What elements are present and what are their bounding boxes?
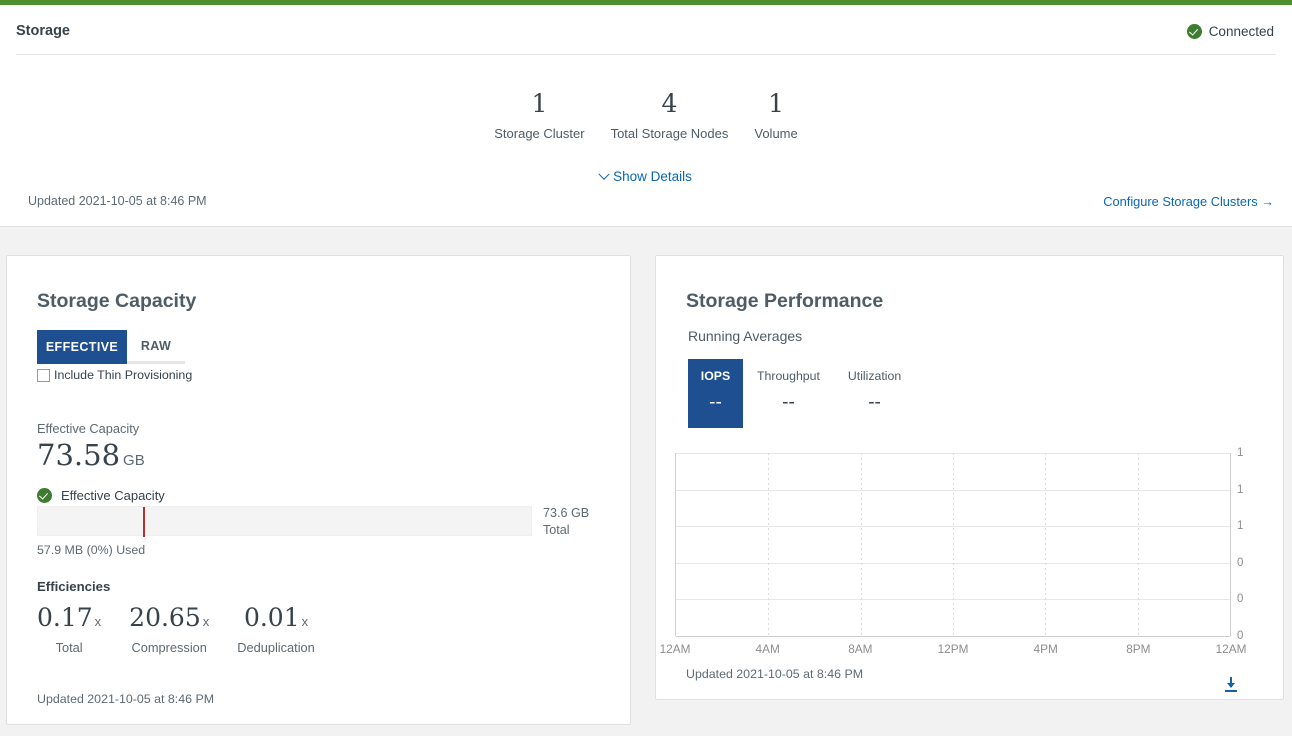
capacity-usage-bar bbox=[37, 506, 532, 536]
tab-value: -- bbox=[688, 392, 743, 414]
efficiency-unit: x bbox=[203, 614, 210, 629]
metric-label: Total Storage Nodes bbox=[611, 126, 729, 141]
capacity-threshold-marker bbox=[143, 507, 145, 537]
chart-x-tick: 4PM bbox=[1034, 642, 1058, 656]
download-icon[interactable] bbox=[1223, 676, 1239, 698]
effective-capacity-number: 73.58 bbox=[37, 438, 120, 472]
metric-value: 1 bbox=[494, 90, 584, 118]
chart-x-tick: 8PM bbox=[1126, 642, 1150, 656]
chart-x-tick: 12PM bbox=[938, 642, 969, 656]
chart-gridline-h bbox=[676, 636, 1230, 637]
connection-status-label: Connected bbox=[1209, 24, 1274, 39]
storage-performance-title: Storage Performance bbox=[686, 290, 883, 313]
capacity-bar-header: Effective Capacity bbox=[37, 488, 165, 503]
check-circle-icon bbox=[37, 488, 52, 503]
chart-gridline-v bbox=[1138, 453, 1139, 636]
chart-y-tick: 0 bbox=[1237, 630, 1243, 642]
capacity-updated-timestamp: Updated 2021-10-05 at 8:46 PM bbox=[37, 692, 214, 706]
storage-summary-card: Storage Connected 1 Storage Cluster 4 To… bbox=[0, 5, 1292, 227]
performance-updated-timestamp: Updated 2021-10-05 at 8:46 PM bbox=[686, 667, 863, 681]
capacity-total-label: Total bbox=[543, 522, 589, 539]
summary-divider bbox=[16, 54, 1276, 55]
chart-x-tick: 4AM bbox=[756, 642, 780, 656]
performance-tabs: IOPS -- Throughput -- Utilization -- bbox=[688, 359, 915, 428]
tab-value: -- bbox=[848, 392, 901, 414]
check-circle-icon bbox=[1187, 24, 1202, 39]
storage-capacity-title: Storage Capacity bbox=[37, 290, 196, 313]
chart-plot-area bbox=[675, 453, 1231, 636]
tab-label: Utilization bbox=[848, 369, 901, 383]
efficiency-number: 0.17 bbox=[37, 603, 93, 632]
metric-volume: 1 Volume bbox=[741, 90, 810, 141]
page-title: Storage bbox=[16, 23, 70, 39]
tab-effective[interactable]: EFFECTIVE bbox=[37, 330, 127, 364]
efficiency-total: 0.17x Total bbox=[37, 604, 115, 655]
chart-x-tick: 8AM bbox=[848, 642, 872, 656]
efficiency-value: 0.01x bbox=[237, 604, 315, 636]
show-details-label: Show Details bbox=[613, 169, 692, 184]
efficiency-value: 20.65x bbox=[129, 604, 209, 636]
efficiency-unit: x bbox=[302, 614, 309, 629]
chart-y-tick: 1 bbox=[1237, 447, 1243, 459]
performance-chart: 111000 bbox=[675, 453, 1231, 636]
capacity-tabs: EFFECTIVE RAW bbox=[37, 330, 185, 364]
capacity-bar-status-label: Effective Capacity bbox=[61, 488, 165, 503]
storage-performance-panel: Storage Performance Running Averages IOP… bbox=[655, 255, 1284, 700]
chart-gridline-v bbox=[1045, 453, 1046, 636]
tab-value: -- bbox=[757, 392, 820, 414]
efficiency-label: Total bbox=[37, 640, 101, 655]
tab-label: Throughput bbox=[757, 369, 820, 383]
chart-y-tick: 1 bbox=[1237, 484, 1243, 496]
metric-label: Storage Cluster bbox=[494, 126, 584, 141]
efficiency-number: 20.65 bbox=[129, 603, 201, 632]
efficiency-label: Compression bbox=[129, 640, 209, 655]
chart-gridline-v bbox=[953, 453, 954, 636]
efficiencies-row: 0.17x Total 20.65x Compression 0.01x Ded… bbox=[37, 604, 329, 655]
configure-storage-clusters-link[interactable]: Configure Storage Clusters → bbox=[1103, 194, 1274, 209]
metric-value: 1 bbox=[754, 90, 797, 118]
chevron-down-icon bbox=[598, 169, 609, 180]
metric-value: 4 bbox=[611, 90, 729, 118]
connection-status-badge: Connected bbox=[1187, 24, 1274, 39]
effective-capacity-caption: Effective Capacity bbox=[37, 421, 139, 436]
include-thin-provisioning-row[interactable]: Include Thin Provisioning bbox=[37, 368, 192, 382]
storage-capacity-panel: Storage Capacity EFFECTIVE RAW Include T… bbox=[6, 255, 631, 725]
summary-updated-timestamp: Updated 2021-10-05 at 8:46 PM bbox=[28, 194, 207, 208]
tab-utilization[interactable]: Utilization -- bbox=[834, 359, 915, 428]
efficiency-deduplication: 0.01x Deduplication bbox=[223, 604, 329, 655]
chart-gridline-v bbox=[768, 453, 769, 636]
include-thin-provisioning-label: Include Thin Provisioning bbox=[54, 368, 192, 382]
include-thin-provisioning-checkbox[interactable] bbox=[37, 369, 50, 382]
tab-throughput[interactable]: Throughput -- bbox=[743, 359, 834, 428]
efficiency-unit: x bbox=[95, 614, 102, 629]
effective-capacity-value: 73.58GB bbox=[37, 438, 145, 472]
tab-raw[interactable]: RAW bbox=[127, 330, 185, 364]
metric-total-storage-nodes: 4 Total Storage Nodes bbox=[598, 90, 742, 141]
chart-x-tick: 12AM bbox=[1216, 642, 1247, 656]
metric-storage-cluster: 1 Storage Cluster bbox=[481, 90, 597, 141]
effective-capacity-unit: GB bbox=[123, 452, 145, 469]
chart-y-tick: 1 bbox=[1237, 520, 1243, 532]
metric-label: Volume bbox=[754, 126, 797, 141]
tab-iops[interactable]: IOPS -- bbox=[688, 359, 743, 428]
summary-metrics: 1 Storage Cluster 4 Total Storage Nodes … bbox=[0, 90, 1292, 141]
chart-x-axis: 12AM4AM8AM12PM4PM8PM12AM bbox=[675, 642, 1231, 660]
chart-y-tick: 0 bbox=[1237, 593, 1243, 605]
tab-label: IOPS bbox=[688, 369, 743, 383]
capacity-total-value: 73.6 GB bbox=[543, 505, 589, 522]
chart-x-tick: 12AM bbox=[660, 642, 691, 656]
capacity-used-label: 57.9 MB (0%) Used bbox=[37, 543, 145, 557]
capacity-total: 73.6 GB Total bbox=[543, 505, 589, 538]
efficiency-compression: 20.65x Compression bbox=[115, 604, 223, 655]
show-details-toggle[interactable]: Show Details bbox=[0, 169, 1292, 184]
efficiency-number: 0.01 bbox=[244, 603, 300, 632]
running-averages-subtitle: Running Averages bbox=[688, 328, 802, 344]
efficiency-value: 0.17x bbox=[37, 604, 101, 636]
chart-y-tick: 0 bbox=[1237, 557, 1243, 569]
chart-gridline-v bbox=[861, 453, 862, 636]
efficiencies-heading: Efficiencies bbox=[37, 579, 110, 594]
efficiency-label: Deduplication bbox=[237, 640, 315, 655]
